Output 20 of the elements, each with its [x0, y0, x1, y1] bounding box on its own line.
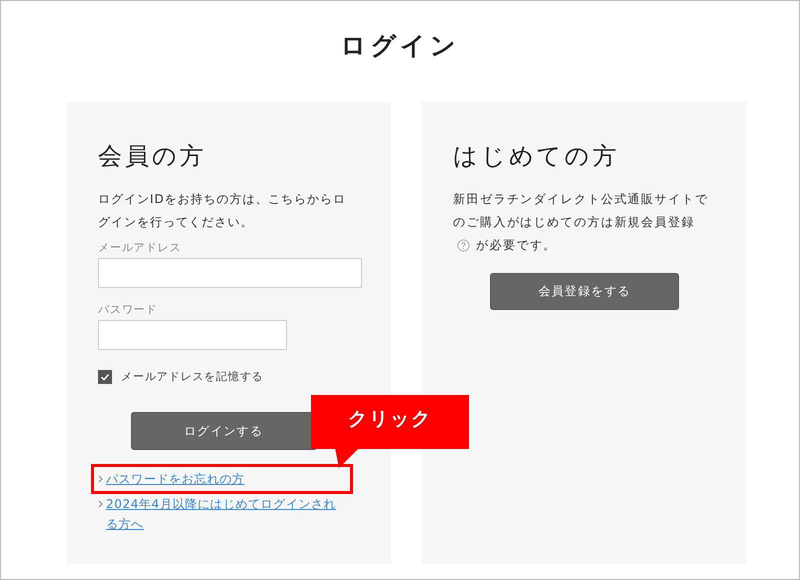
- login-button[interactable]: ログインする: [130, 412, 316, 450]
- link[interactable]: 2024年4月以降にはじめてログインされる方へ: [106, 494, 346, 534]
- input-field[interactable]: [98, 320, 287, 350]
- panel-heading: 会員の方: [98, 141, 208, 172]
- link[interactable]: パスワードをお忘れの方: [106, 469, 245, 489]
- field-label: パスワード: [98, 302, 158, 317]
- description-text: が必要です。: [476, 237, 557, 254]
- checkbox-label: メールアドレスを記憶する: [121, 369, 264, 384]
- callout-label: クリック: [311, 395, 469, 468]
- register-button[interactable]: 会員登録をする: [490, 273, 679, 310]
- chevron-icon: [98, 500, 103, 508]
- chevron-icon: [98, 475, 103, 483]
- description-text: ログインIDをお持ちの方は、こちらからログインを行ってください。: [98, 191, 347, 231]
- checkbox[interactable]: [98, 370, 112, 384]
- help-icon[interactable]: [457, 239, 470, 252]
- description-text: 新田ゼラチンダイレクト公式通販サイトでのご購入がはじめての方は新規会員登録: [453, 191, 710, 231]
- field-label: メールアドレス: [98, 240, 182, 255]
- input-field[interactable]: [98, 258, 362, 288]
- panel-heading: はじめての方: [453, 141, 620, 172]
- page-title: ログイン: [340, 30, 460, 62]
